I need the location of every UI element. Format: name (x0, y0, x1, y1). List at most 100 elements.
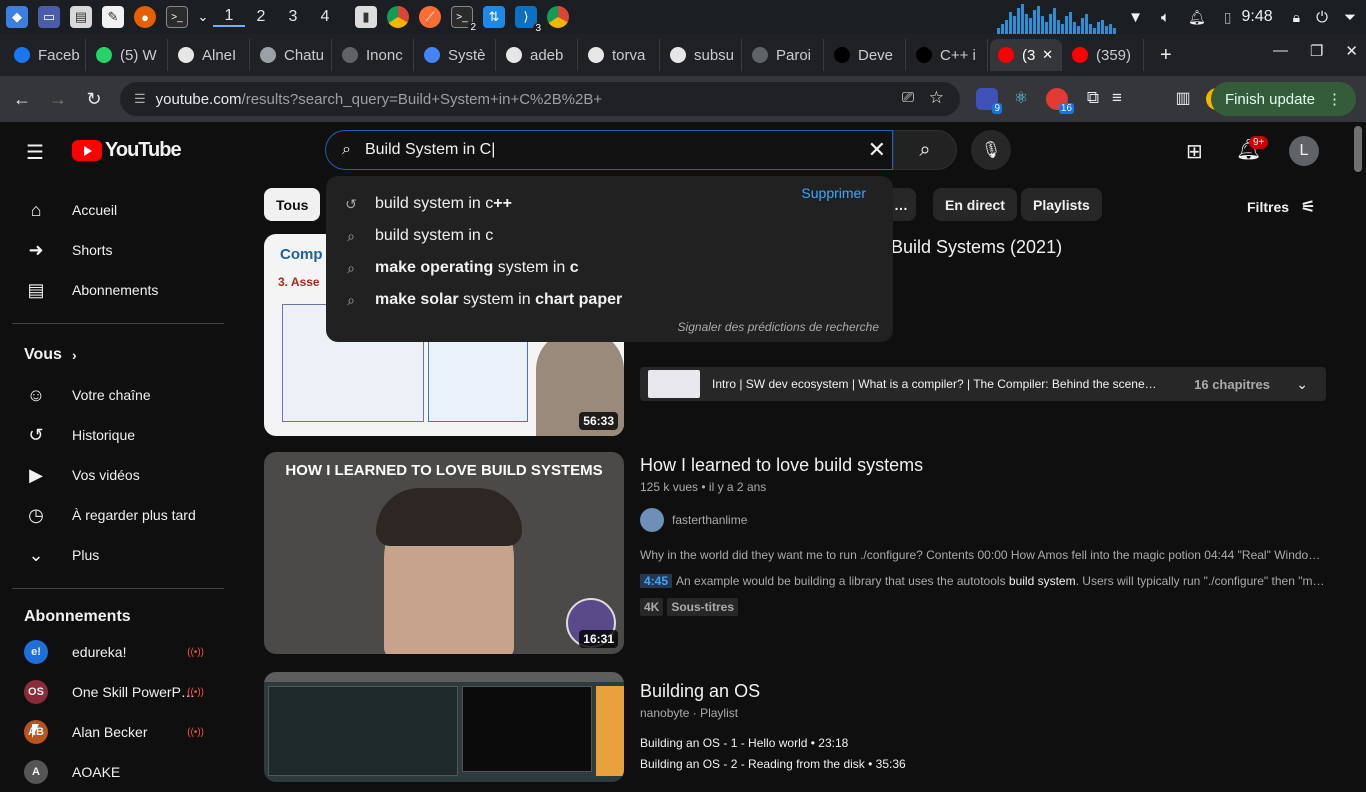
vscode-icon[interactable]: ⟩ 3 (515, 6, 543, 34)
workspace-1[interactable]: 1 (213, 7, 245, 27)
remove-history-link[interactable]: Supprimer (801, 185, 866, 201)
workspace-2[interactable]: 2 (245, 8, 277, 26)
youtube-logo[interactable]: YouTube (72, 139, 182, 162)
close-tab-icon[interactable]: ✕ (1042, 47, 1053, 63)
create-video-icon[interactable]: ⊞ (1186, 139, 1203, 164)
clear-search-icon[interactable]: ✕ (868, 137, 886, 163)
chip-playlists[interactable]: Playlists (1021, 188, 1102, 221)
video-title[interactable]: Build Systems (2021) (891, 237, 1062, 258)
bookmark-star-icon[interactable]: ☆ (929, 88, 944, 108)
clock[interactable]: 9:48 (1242, 8, 1273, 26)
kebab-menu-icon[interactable]: ⋮ (1327, 90, 1342, 108)
chevron-down-icon[interactable]: ⌄ (198, 6, 209, 28)
lock-icon[interactable]: 🔒︎ (1293, 9, 1300, 26)
power-icon[interactable]: ⏻ (1316, 9, 1328, 26)
playlist-thumbnail[interactable] (264, 672, 624, 782)
browser-tab[interactable]: (5) W (88, 39, 168, 71)
channel-name[interactable]: fasterthanlime (672, 513, 747, 527)
browser-tab[interactable]: adeb (498, 39, 578, 71)
workspace-3[interactable]: 3 (277, 8, 309, 26)
wifi-icon[interactable]: ▼ (1128, 9, 1143, 26)
playlist-title[interactable]: Building an OS (640, 681, 760, 702)
playlist-item[interactable]: Building an OS - 1 - Hello world • 23:18 (640, 736, 848, 750)
suggestion-item[interactable]: ⌕ make operating system in c (326, 252, 893, 284)
minimize-icon[interactable]: — (1273, 42, 1288, 60)
browser-tab[interactable]: Systè (416, 39, 496, 71)
browser-tab[interactable]: (359) (1064, 39, 1144, 71)
extension-icon[interactable]: 9 (976, 88, 1002, 114)
postman-icon[interactable]: ⟋ (419, 6, 441, 28)
channel-name[interactable]: nanobyte (640, 706, 689, 720)
matched-snippet[interactable]: 4:45 An example would be building a libra… (640, 574, 1326, 588)
volume-icon[interactable]: 🔈︎ (1161, 9, 1170, 26)
user-menu-icon[interactable]: ⏷ (1344, 9, 1356, 26)
extension-icon[interactable]: 16 (1046, 88, 1074, 114)
chrome-icon[interactable] (387, 6, 409, 28)
finish-update-button[interactable]: Finish update ⋮ (1210, 82, 1356, 116)
browser-tab[interactable]: AlneI (170, 39, 250, 71)
report-predictions-link[interactable]: Signaler des prédictions de recherche (678, 320, 879, 334)
react-devtools-icon[interactable]: ⚛ (1010, 88, 1032, 110)
chip-all[interactable]: Tous (264, 188, 321, 221)
terminal-icon[interactable]: >_ 2 (451, 6, 478, 33)
chapters-bar[interactable]: Intro | SW dev ecosystem | What is a com… (640, 367, 1326, 401)
address-bar[interactable]: ☰ youtube.com/results?search_query=Build… (120, 82, 960, 116)
subscription-item[interactable]: A AOAKE (12, 752, 224, 792)
chevron-down-icon[interactable]: ⌄ (1296, 376, 1308, 393)
search-box[interactable]: ⌕ Build System in C | ✕ (325, 130, 893, 170)
video-title[interactable]: How I learned to love build systems (640, 455, 923, 476)
notifications-icon[interactable]: 🔔︎ (1188, 9, 1206, 26)
app-launcher-icon[interactable]: ◆ (6, 6, 28, 28)
reload-icon[interactable]: ↻ (76, 89, 112, 110)
page-scrollbar[interactable] (1354, 126, 1362, 172)
site-info-icon[interactable]: ☰ (134, 91, 146, 107)
sidebar-item-accueil[interactable]: ⌂ Accueil (12, 190, 224, 230)
terminal-icon[interactable]: >_ (166, 6, 188, 28)
you-section-heading[interactable]: Vous › (24, 346, 77, 364)
search-button[interactable]: ⌕ (893, 130, 957, 170)
voice-search-button[interactable]: 🎙︎ (971, 130, 1011, 170)
notes-icon[interactable]: ▮ (355, 6, 377, 28)
sidebar-item-you[interactable]: ↺ Historique (12, 415, 224, 455)
install-app-icon[interactable]: ⎚ (902, 89, 914, 106)
workspace-4[interactable]: 4 (309, 8, 341, 26)
sidebar-item-you[interactable]: ⌄ Plus (12, 535, 224, 575)
subscription-item[interactable]: OS One Skill PowerP… ((•)) (12, 672, 224, 712)
channel-row[interactable]: fasterthanlime (640, 508, 747, 532)
search-input[interactable]: Build System in C (365, 141, 491, 159)
subscription-item[interactable]: e! edureka! ((•)) (12, 632, 224, 672)
suggestion-item[interactable]: ⌕ build system in c (326, 220, 893, 252)
browser-tab[interactable]: torva (580, 39, 660, 71)
browser-tab[interactable]: Inonc (334, 39, 414, 71)
text-editor-icon[interactable]: ✎ (102, 6, 124, 28)
account-avatar[interactable]: L (1289, 136, 1319, 166)
browser-tab[interactable]: subsu (662, 39, 742, 71)
new-tab-icon[interactable]: + (1160, 44, 1172, 67)
browser-tab[interactable]: Faceb (6, 39, 86, 71)
maximize-icon[interactable]: ❐ (1310, 42, 1323, 60)
files-icon[interactable]: ▤ (70, 6, 92, 28)
browser-tab[interactable]: Paroi (744, 39, 824, 71)
chrome-icon[interactable] (547, 6, 569, 28)
extensions-puzzle-icon[interactable]: ⧉ (1082, 88, 1104, 110)
browser-tab[interactable]: Deve (826, 39, 906, 71)
suggestion-item[interactable]: ⌕ make solar system in chart paper (326, 284, 893, 316)
sidebar-item-you[interactable]: ▶ Vos vidéos (12, 455, 224, 495)
hamburger-menu-icon[interactable]: ☰ (26, 140, 44, 165)
firefox-icon[interactable]: ● (134, 6, 156, 28)
back-icon[interactable]: ← (4, 89, 40, 110)
browser-tab[interactable]: C++ i (908, 39, 988, 71)
sidebar-item-shorts[interactable]: ➜ Shorts (12, 230, 224, 270)
browser-tab[interactable]: Chatu (252, 39, 332, 71)
sidebar-item-you[interactable]: ◷ À regarder plus tard (12, 495, 224, 535)
desktop-icon[interactable]: ▭ (38, 6, 60, 28)
snippet-timestamp[interactable]: 4:45 (640, 574, 673, 588)
subscription-item[interactable]: AB Alan Becker ((•)) (12, 712, 224, 752)
network-manager-icon[interactable]: ⇅ (483, 6, 505, 28)
sidebar-item-you[interactable]: ☺ Votre chaîne (12, 375, 224, 415)
playlist-item[interactable]: Building an OS - 2 - Reading from the di… (640, 757, 906, 771)
browser-tab[interactable]: (3 ✕ (990, 39, 1062, 71)
media-control-icon[interactable]: ≡ (1106, 88, 1128, 110)
sidebar-item-abonnements[interactable]: ▤ Abonnements (12, 270, 224, 310)
forward-icon[interactable]: → (40, 89, 76, 110)
